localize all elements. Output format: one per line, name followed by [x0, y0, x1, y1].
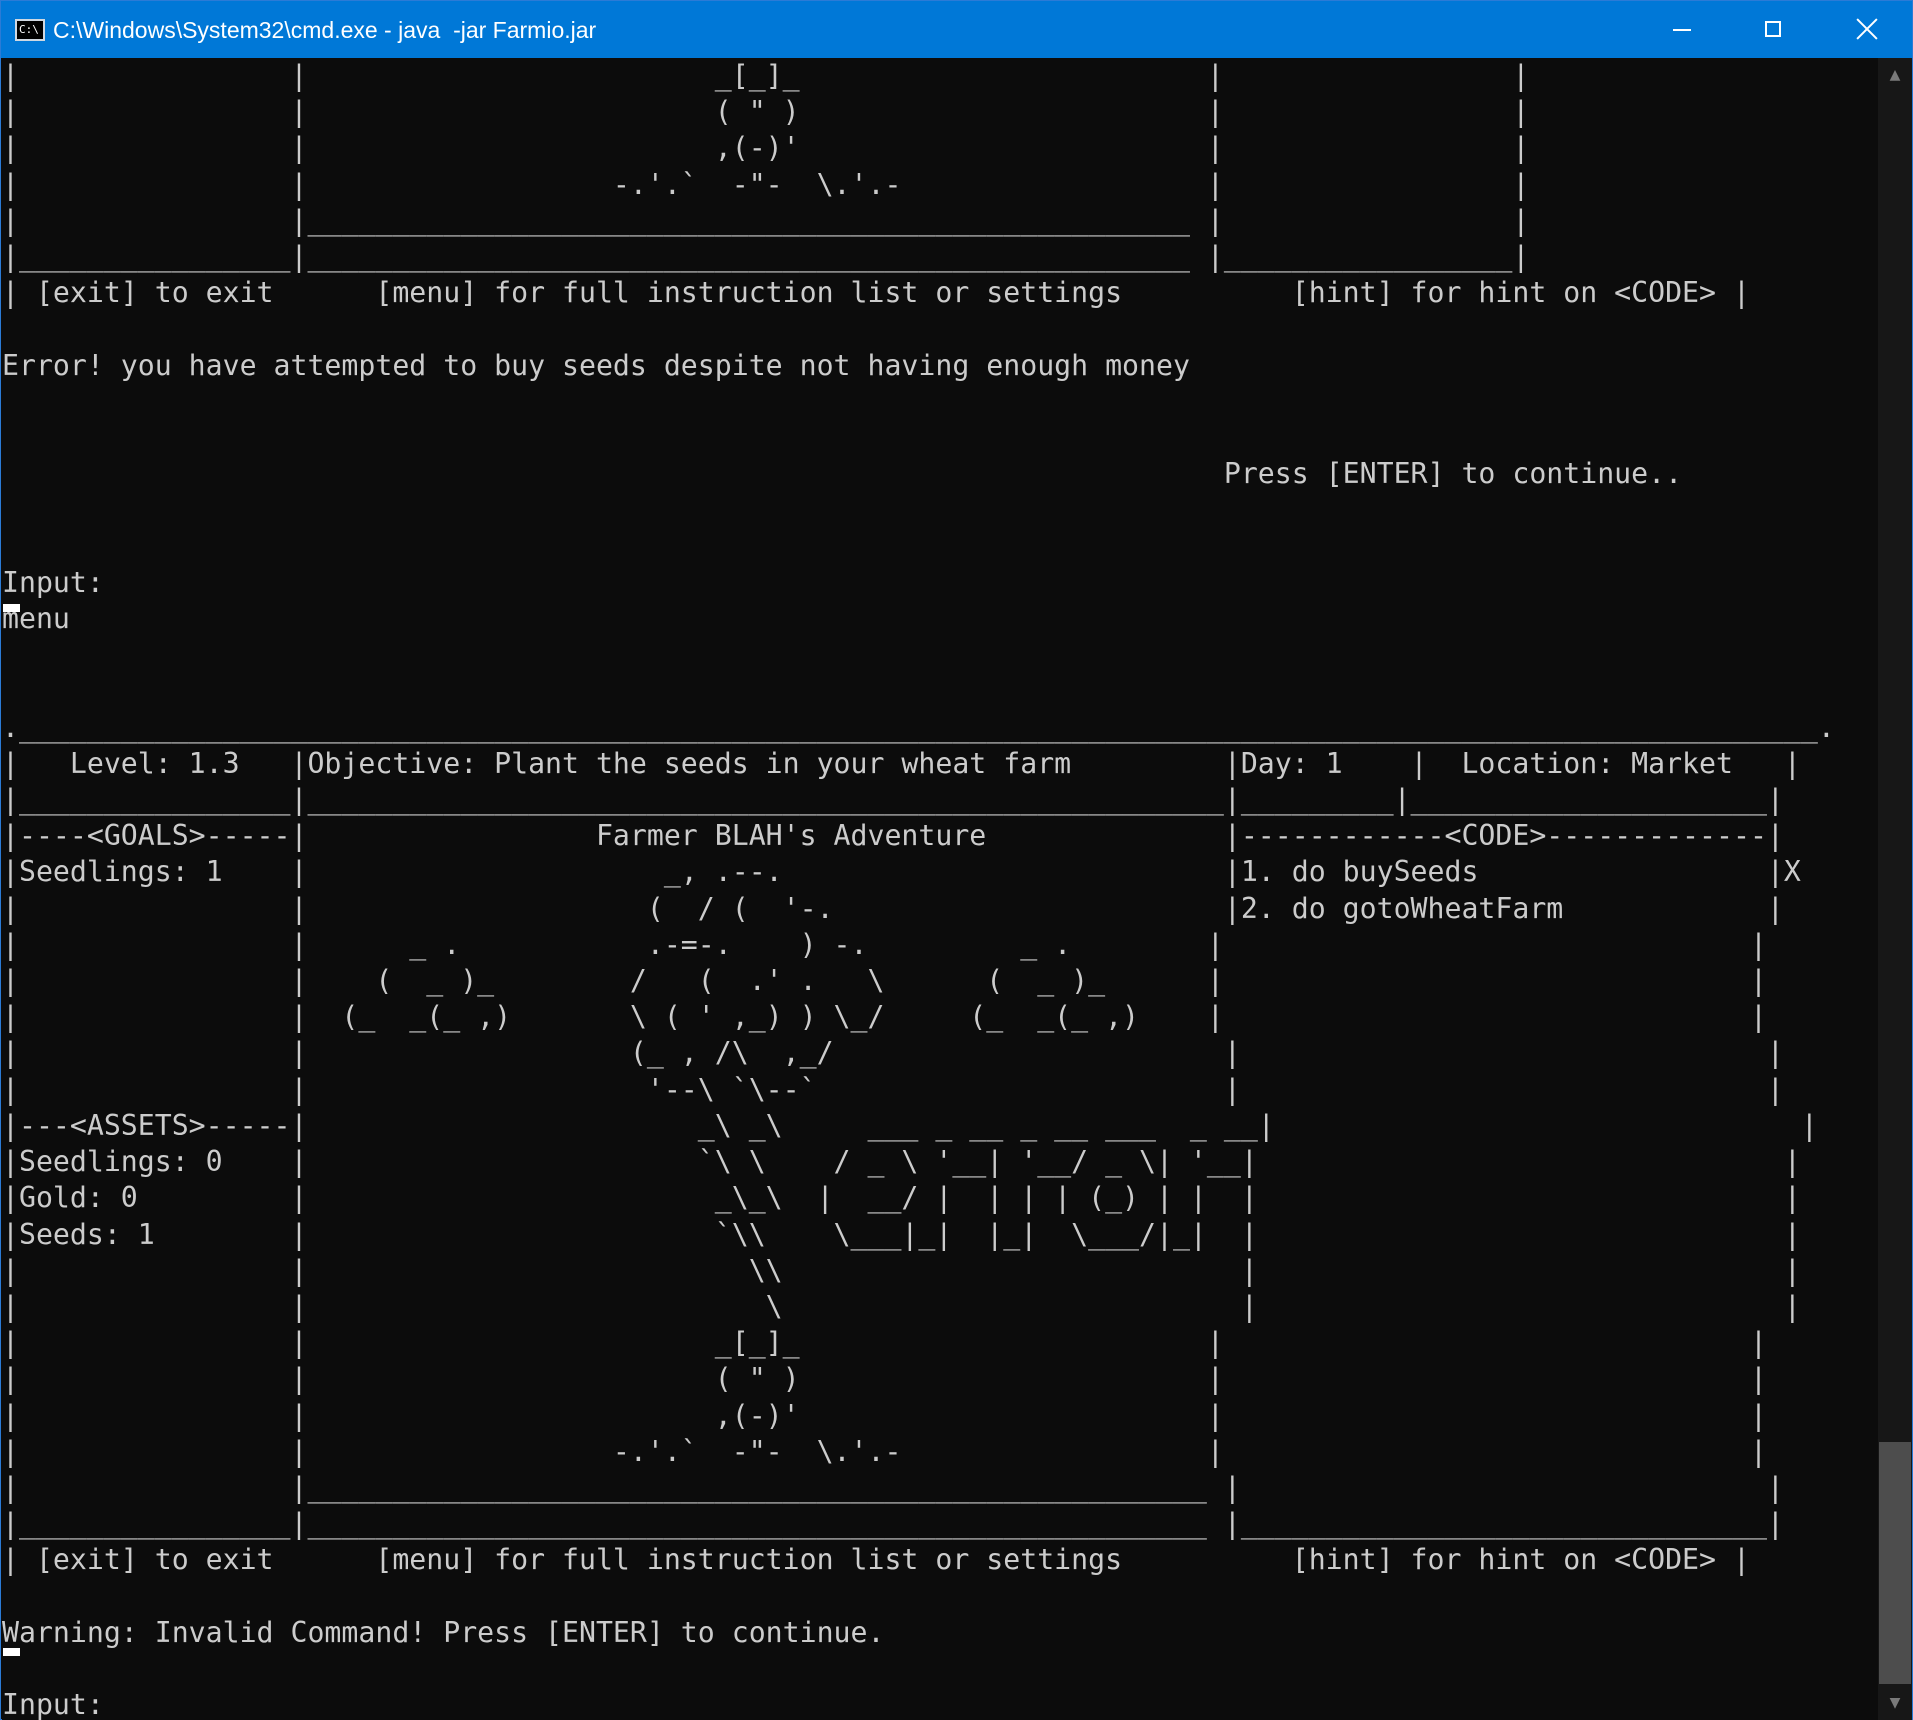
console-line: Input:	[2, 1688, 104, 1720]
minimize-icon	[1673, 29, 1691, 31]
console-line: | | ,(-)' | |	[2, 131, 1530, 165]
console-line: | | \\ | |	[2, 1253, 1801, 1287]
scroll-down-arrow-icon[interactable]: ▼	[1878, 1686, 1912, 1720]
console-line: Press [ENTER] to continue..	[2, 457, 1683, 491]
console-line: | | ( " ) | |	[2, 95, 1530, 129]
console-line: | | (_ _(_ ,) \ ( ' ,_) ) \_/ (_ _(_ ,) …	[2, 1000, 1767, 1034]
console-line: |________________|______________________…	[2, 783, 1784, 817]
text-cursor	[3, 1648, 20, 1656]
console-line: |Gold: 0 | _\_\ | __/ | | | | (_) | | | …	[2, 1181, 1801, 1215]
scrollbar-thumb[interactable]	[1879, 1442, 1911, 1684]
console-text: | | _[_]_ | | | | ( " ) | | | | ,(-)' | …	[2, 58, 1878, 1720]
console-output[interactable]: | | _[_]_ | | | | ( " ) | | | | ,(-)' | …	[2, 58, 1878, 1720]
title-bar[interactable]: C:\ C:\Windows\System32\cmd.exe - java -…	[1, 1, 1912, 58]
console-line: | | '--\ `\--` | |	[2, 1072, 1784, 1106]
console-line: | |_____________________________________…	[2, 1470, 1784, 1504]
console-line: | | -.'.` -"- \.'.- | |	[2, 1434, 1767, 1468]
console-line: |---<ASSETS>-----| _\ _\ ___ _ __ _ __ _…	[2, 1108, 1818, 1142]
console-line: |________________|______________________…	[2, 1507, 1784, 1541]
console-line: | |_____________________________________…	[2, 203, 1530, 237]
close-button[interactable]	[1820, 1, 1912, 58]
console-line: | [exit] to exit [menu] for full instruc…	[2, 276, 1750, 310]
console-line: | | ,(-)' | |	[2, 1398, 1767, 1432]
console-line: |Seedlings: 1 | _, .--. |1. do buySeeds …	[2, 855, 1801, 889]
console-line: ._______________________________________…	[2, 710, 1835, 744]
cmd-icon: C:\	[15, 19, 45, 41]
console-line: Input:	[2, 565, 104, 599]
console-line: | | \ | |	[2, 1289, 1801, 1323]
scroll-up-arrow-icon[interactable]: ▲	[1878, 58, 1912, 92]
console-line: | [exit] to exit [menu] for full instruc…	[2, 1543, 1750, 1577]
close-icon	[1855, 17, 1879, 41]
window-title: C:\Windows\System32\cmd.exe - java -jar …	[53, 17, 597, 43]
console-line: Warning: Invalid Command! Press [ENTER] …	[2, 1615, 885, 1649]
console-line: | | ( " ) | |	[2, 1362, 1767, 1396]
vertical-scrollbar[interactable]: ▲ ▼	[1878, 58, 1912, 1720]
console-line: | | -.'.` -"- \.'.- | |	[2, 167, 1530, 201]
console-line: | | (_ , /\ ,_/ | |	[2, 1036, 1784, 1070]
text-cursor	[3, 604, 20, 612]
console-line: |----<GOALS>-----| Farmer BLAH's Adventu…	[2, 819, 1784, 853]
console-line: | Level: 1.3 |Objective: Plant the seeds…	[2, 746, 1801, 780]
maximize-button[interactable]	[1728, 1, 1820, 58]
console-line: | | ( _ )_ / ( .' . \ ( _ )_ | |	[2, 964, 1767, 998]
minimize-button[interactable]	[1636, 1, 1728, 58]
console-line: |Seeds: 1 | `\\ \___|_| |_| \___/|_| | |	[2, 1217, 1801, 1251]
maximize-icon	[1765, 21, 1781, 37]
console-window: C:\ C:\Windows\System32\cmd.exe - java -…	[0, 0, 1913, 1720]
console-line: | | _[_]_ | |	[2, 1326, 1767, 1360]
console-line: | | _ . .-=-. ) -. _ . | |	[2, 927, 1767, 961]
console-line: |Seedlings: 0 | `\ \ / _ \ '__| '__/ _ \…	[2, 1145, 1801, 1179]
console-line: | | _[_]_ | |	[2, 59, 1530, 92]
console-line: |________________|______________________…	[2, 240, 1530, 274]
console-line: | | ( / ( '-. |2. do gotoWheatFarm |	[2, 891, 1784, 925]
console-line: Error! you have attempted to buy seeds d…	[2, 348, 1190, 382]
